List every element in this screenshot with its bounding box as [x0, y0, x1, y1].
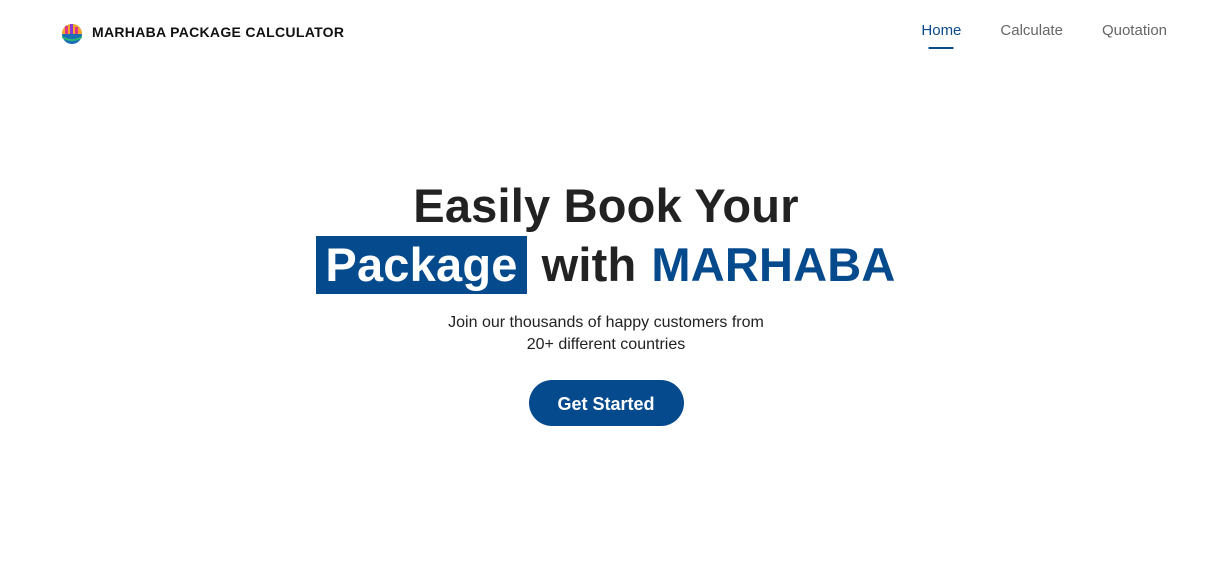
main-nav: Home Calculate Quotation: [921, 22, 1167, 49]
hero-brand-word: MARHABA: [651, 238, 896, 291]
marhaba-logo-icon: [62, 24, 82, 44]
nav-calculate[interactable]: Calculate: [1000, 22, 1063, 45]
nav-home[interactable]: Home: [921, 22, 962, 49]
hero-with-word: with: [541, 238, 637, 291]
hero-section: Easily Book Your Package with MARHABA Jo…: [0, 178, 1212, 426]
nav-quotation[interactable]: Quotation: [1102, 22, 1167, 45]
brand-name: MARHABA PACKAGE CALCULATOR: [92, 24, 345, 40]
hero-title-line2: Package with MARHABA: [0, 236, 1212, 294]
hero-subtitle-line1: Join our thousands of happy customers fr…: [448, 314, 764, 331]
nav-home-label: Home: [921, 22, 962, 39]
nav-quotation-label: Quotation: [1101, 22, 1167, 39]
top-navbar: MARHABA PACKAGE CALCULATOR Home Calculat…: [0, 0, 1212, 64]
hero-subtitle-line2: 20+ different countries: [526, 336, 686, 353]
hero-title-line1: Easily Book Your: [413, 179, 799, 232]
get-started-button[interactable]: Get Started: [528, 380, 684, 426]
hero-highlight-word: Package: [316, 236, 527, 294]
nav-calculate-label: Calculate: [1000, 22, 1063, 39]
brand[interactable]: MARHABA PACKAGE CALCULATOR: [59, 20, 344, 44]
nav-active-indicator: [928, 47, 954, 49]
hero-subtitle: Join our thousands of happy customers fr…: [406, 312, 806, 356]
